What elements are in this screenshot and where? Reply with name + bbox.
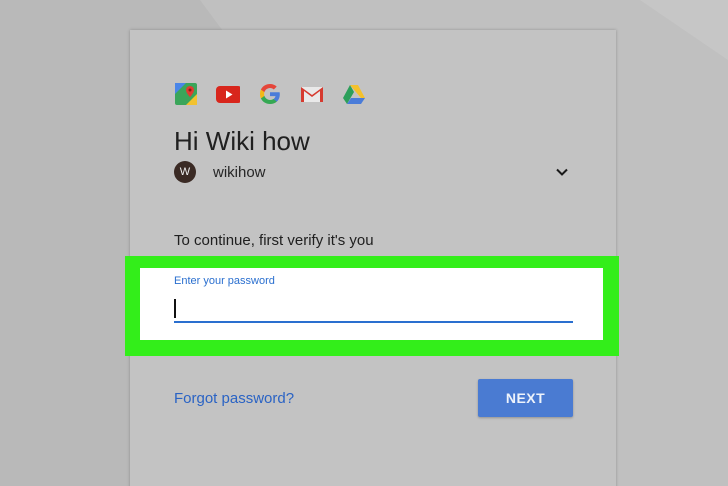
- google-g-icon: [260, 84, 280, 104]
- greeting-heading: Hi Wiki how: [174, 126, 310, 156]
- next-button[interactable]: NEXT: [478, 379, 573, 417]
- password-label: Enter your password: [174, 275, 275, 287]
- chevron-down-icon[interactable]: [554, 164, 570, 180]
- verify-instructions: To continue, first verify it's you: [174, 232, 374, 249]
- password-field-container: Enter your password: [140, 268, 603, 340]
- google-app-icons: [174, 82, 366, 106]
- avatar: W: [174, 161, 196, 183]
- drive-icon: [343, 85, 365, 104]
- account-switcher[interactable]: W wikihow: [174, 160, 570, 184]
- text-cursor: [174, 299, 176, 318]
- maps-icon: [175, 83, 197, 105]
- password-underline: [174, 321, 573, 323]
- gmail-icon: [301, 87, 323, 102]
- password-input[interactable]: [174, 294, 573, 322]
- forgot-password-link[interactable]: Forgot password?: [174, 390, 294, 407]
- account-name: wikihow: [213, 163, 266, 181]
- youtube-icon: [216, 86, 240, 103]
